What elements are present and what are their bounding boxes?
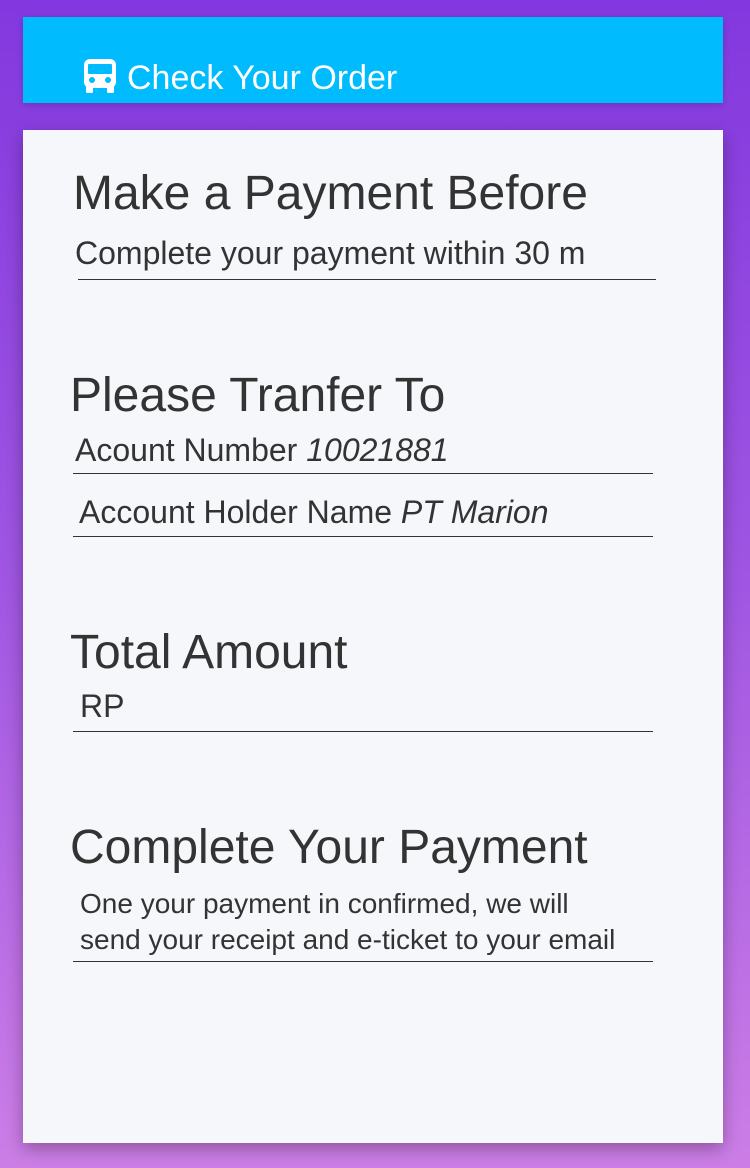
payment-before-title: Make a Payment Before — [73, 167, 588, 220]
transfer-title: Please Tranfer To — [70, 369, 446, 422]
total-amount-title: Total Amount — [70, 626, 348, 679]
account-number-label: Acount Number — [75, 432, 298, 468]
divider — [73, 961, 653, 962]
app-header: Check Your Order — [23, 17, 723, 103]
account-holder-row: Account Holder Name PT Marion — [79, 493, 549, 531]
account-number-value: 10021881 — [306, 432, 449, 468]
total-amount-value: RP — [80, 688, 125, 724]
divider — [78, 279, 656, 280]
complete-payment-title: Complete Your Payment — [70, 821, 588, 874]
complete-payment-text-line1: One your payment in confirmed, we will — [80, 888, 569, 919]
account-holder-value: PT Marion — [400, 494, 549, 530]
order-card: Make a Payment Before Complete your paym… — [23, 130, 723, 1143]
account-holder-label: Account Holder Name — [79, 494, 393, 530]
divider — [73, 731, 653, 732]
header-title: Check Your Order — [127, 59, 398, 97]
bus-icon — [84, 59, 116, 93]
account-number-row: Acount Number 10021881 — [75, 431, 449, 469]
complete-payment-text-line2: send your receipt and e-ticket to your e… — [80, 924, 616, 955]
divider — [73, 536, 653, 537]
divider — [73, 473, 653, 474]
payment-deadline-text: Complete your payment within 30 m — [75, 235, 586, 271]
